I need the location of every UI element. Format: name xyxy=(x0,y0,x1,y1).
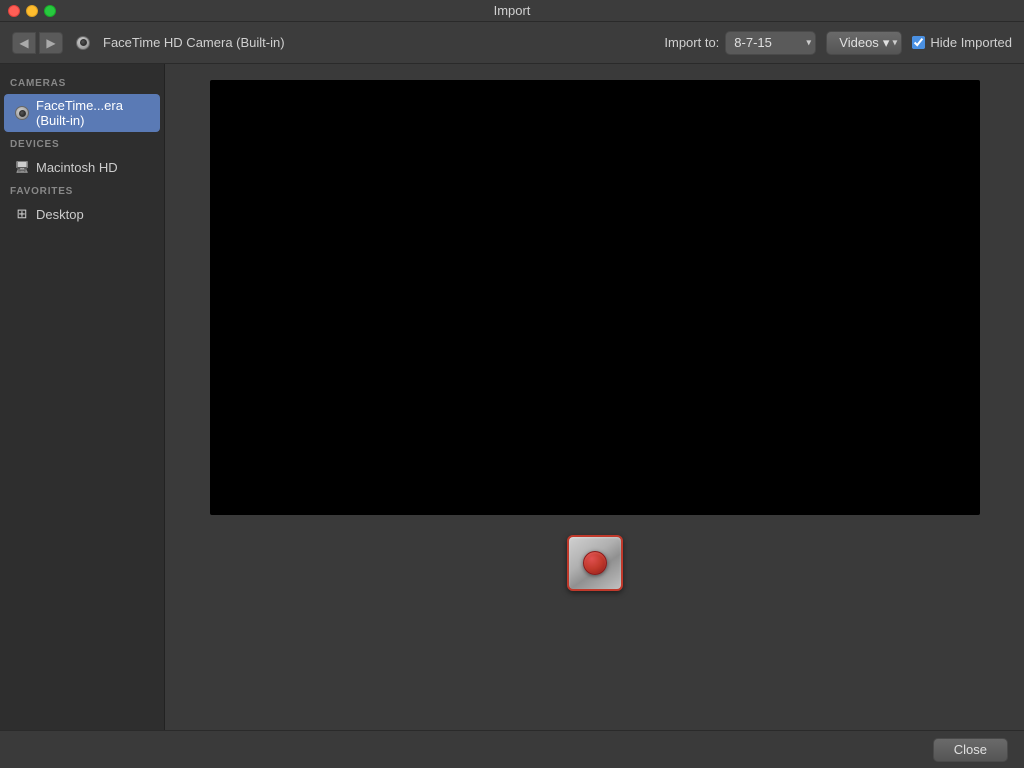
hide-imported-checkbox[interactable] xyxy=(912,36,925,49)
video-area xyxy=(165,64,1024,730)
video-preview xyxy=(210,80,980,515)
titlebar: Import xyxy=(0,0,1024,22)
sidebar-macintosh-hd-label: Macintosh HD xyxy=(36,160,118,175)
favorites-section-label: FAVORITES xyxy=(0,180,164,201)
close-button[interactable]: Close xyxy=(933,738,1008,762)
hdd-icon: 🖥 xyxy=(14,159,30,175)
camera-toolbar-icon xyxy=(73,33,93,53)
record-button-inner xyxy=(583,551,607,575)
hide-imported-section: Hide Imported xyxy=(912,35,1012,50)
nav-buttons: ◀ ▶ xyxy=(12,32,63,54)
import-to-label: Import to: xyxy=(664,35,719,50)
maximize-traffic-light[interactable] xyxy=(44,5,56,17)
minimize-traffic-light[interactable] xyxy=(26,5,38,17)
cameras-section-label: CAMERAS xyxy=(0,72,164,93)
record-button-area xyxy=(567,535,623,591)
camera-icon xyxy=(14,105,30,121)
sidebar-item-facetime[interactable]: FaceTime...era (Built-in) xyxy=(4,94,160,132)
videos-select-wrapper: Videos ▾ xyxy=(826,31,902,55)
forward-button[interactable]: ▶ xyxy=(39,32,63,54)
sidebar-item-macintosh-hd[interactable]: 🖥 Macintosh HD xyxy=(4,155,160,179)
import-to-section: Import to: 8-7-15 8-6-15 New Event xyxy=(664,31,816,55)
videos-chevron: ▾ xyxy=(883,35,890,51)
videos-button[interactable]: Videos ▾ xyxy=(826,31,902,55)
sidebar-desktop-label: Desktop xyxy=(36,207,84,222)
devices-section-label: DEVICES xyxy=(0,133,164,154)
hide-imported-label: Hide Imported xyxy=(930,35,1012,50)
sidebar-item-desktop[interactable]: ⊞ Desktop xyxy=(4,202,160,226)
main-content: CAMERAS FaceTime...era (Built-in) DEVICE… xyxy=(0,64,1024,730)
bottom-bar: Close xyxy=(0,730,1024,768)
camera-name-label: FaceTime HD Camera (Built-in) xyxy=(103,35,285,50)
traffic-lights xyxy=(8,5,56,17)
back-button[interactable]: ◀ xyxy=(12,32,36,54)
toolbar: ◀ ▶ FaceTime HD Camera (Built-in) Import… xyxy=(0,22,1024,64)
sidebar: CAMERAS FaceTime...era (Built-in) DEVICE… xyxy=(0,64,165,730)
desktop-icon: ⊞ xyxy=(14,206,30,222)
close-traffic-light[interactable] xyxy=(8,5,20,17)
import-to-select-wrapper: 8-7-15 8-6-15 New Event xyxy=(725,31,816,55)
record-button[interactable] xyxy=(567,535,623,591)
import-to-select[interactable]: 8-7-15 8-6-15 New Event xyxy=(725,31,816,55)
window-title: Import xyxy=(494,3,531,18)
videos-label: Videos xyxy=(839,35,879,50)
sidebar-facetime-label: FaceTime...era (Built-in) xyxy=(36,98,150,128)
